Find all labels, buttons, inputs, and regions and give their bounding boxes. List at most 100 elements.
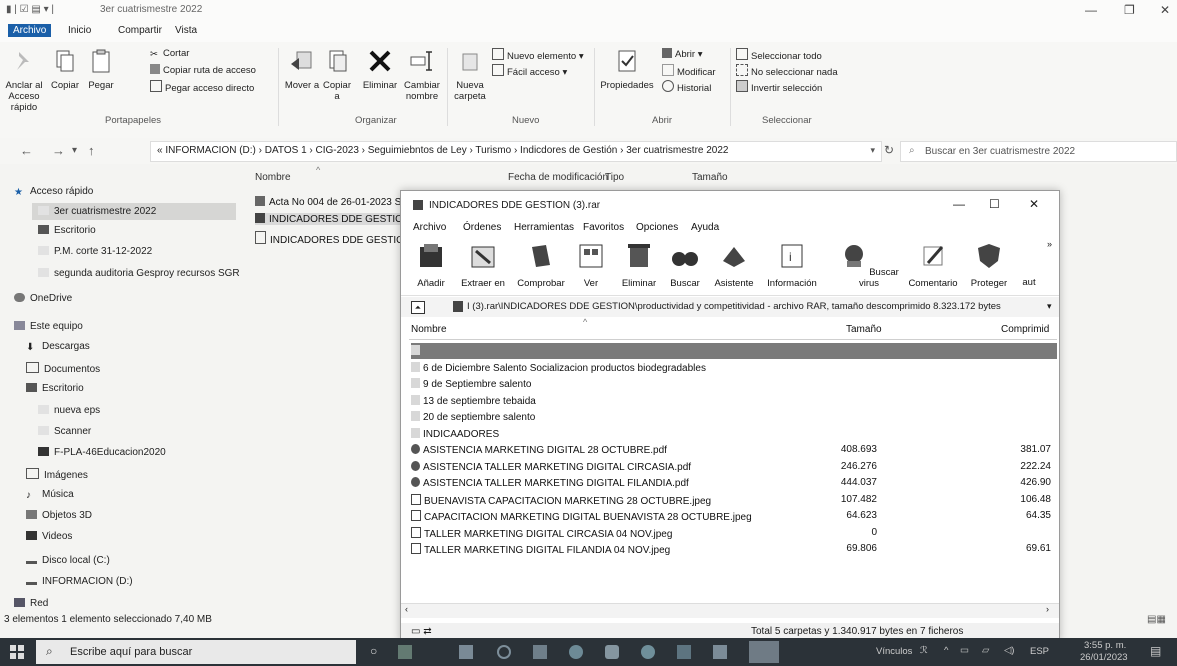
- list-item[interactable]: INDICADORES DDE GESTION: [255, 213, 411, 225]
- select-none-button[interactable]: No seleccionar nada: [736, 64, 838, 78]
- menu-ayuda[interactable]: Ayuda: [691, 222, 719, 233]
- paste-shortcut-button[interactable]: Pegar acceso directo: [150, 80, 254, 94]
- notifications-icon[interactable]: ▤: [1150, 644, 1161, 658]
- up-folder-icon[interactable]: ⏶: [411, 301, 425, 314]
- path-dropdown-icon[interactable]: ▾: [1047, 301, 1052, 312]
- details-view-icon[interactable]: ▤▦: [1147, 614, 1166, 625]
- language-indicator[interactable]: ESP: [1030, 646, 1049, 657]
- table-row[interactable]: 13 de septiembre tebaida: [411, 393, 1057, 409]
- camera-taskbar-icon[interactable]: [533, 645, 547, 659]
- close-icon[interactable]: ✕: [1160, 3, 1170, 17]
- chrome-taskbar-icon[interactable]: [569, 645, 583, 659]
- minimize-icon[interactable]: —: [953, 197, 965, 211]
- column-header-tipo[interactable]: Tipo: [605, 172, 624, 183]
- new-item-button[interactable]: Nuevo elemento ▾: [492, 48, 584, 62]
- table-row[interactable]: ASISTENCIA TALLER MARKETING DIGITAL FILA…: [411, 475, 1057, 491]
- easy-access-button[interactable]: Fácil acceso ▾: [492, 64, 567, 78]
- recent-chevron-icon[interactable]: ▾: [72, 145, 77, 156]
- tool-comentario-button[interactable]: Comentario: [903, 241, 963, 289]
- sidebar-item-pm-corte[interactable]: P.M. corte 31-12-2022: [38, 246, 152, 257]
- maximize-icon[interactable]: ❐: [1124, 3, 1135, 17]
- tool-eliminar-button[interactable]: Eliminar: [615, 241, 663, 289]
- sidebar-item-segunda-auditoria[interactable]: segunda auditoria Gesproy recursos SGR: [38, 268, 240, 279]
- table-row[interactable]: 20 de septiembre salento: [411, 409, 1057, 425]
- tool-extraer-button[interactable]: Extraer en: [453, 241, 513, 289]
- tool-aut-button[interactable]: aut: [1015, 277, 1043, 288]
- tool-asistente-button[interactable]: Asistente: [709, 241, 759, 289]
- table-row[interactable]: INDICAADORES: [411, 426, 1057, 442]
- sidebar-item-escritorio-2[interactable]: Escritorio: [26, 383, 84, 394]
- column-header-fecha[interactable]: Fecha de modificación: [508, 172, 608, 183]
- sidebar-item-escritorio[interactable]: Escritorio: [38, 225, 96, 236]
- nav-este-equipo[interactable]: Este equipo: [14, 321, 83, 332]
- copy-path-button[interactable]: Copiar ruta de acceso: [150, 64, 256, 76]
- table-row[interactable]: 9 de Septiembre salento: [411, 376, 1057, 392]
- maximize-icon[interactable]: ☐: [989, 197, 1000, 211]
- tray-overflow-icon[interactable]: ^: [944, 645, 948, 656]
- sidebar-item-imagenes[interactable]: Imágenes: [26, 468, 88, 481]
- new-folder-button[interactable]: Nueva carpeta: [452, 48, 488, 102]
- tool-informacion-button[interactable]: i Información: [761, 241, 823, 289]
- tab-archivo[interactable]: Archivo: [8, 24, 52, 37]
- sidebar-item-3er-cuatrismestre[interactable]: 3er cuatrismestre 2022: [38, 206, 156, 217]
- path-box[interactable]: « INFORMACION (D:) › DATOS 1 › CIG-2023 …: [150, 141, 882, 162]
- taskbar-search-input[interactable]: ⌕ Escribe aquí para buscar: [36, 640, 356, 664]
- table-row[interactable]: ..: [411, 343, 1057, 359]
- archive-path[interactable]: I (3).rar\INDICADORES DDE GESTION\produc…: [467, 301, 1041, 312]
- refresh-icon[interactable]: ↻: [884, 143, 894, 157]
- tool-ver-button[interactable]: Ver: [571, 241, 611, 289]
- windows-start-icon[interactable]: [10, 645, 24, 659]
- search-input[interactable]: ⌕ Buscar en 3er cuatrismestre 2022: [900, 141, 1177, 162]
- column-header-nombre[interactable]: Nombre: [411, 324, 447, 335]
- invert-selection-button[interactable]: Invertir selección: [736, 80, 822, 94]
- sidebar-item-nueva-eps[interactable]: nueva eps: [38, 405, 100, 416]
- browser-taskbar-icon[interactable]: [641, 645, 655, 659]
- delete-button[interactable]: Eliminar: [360, 48, 400, 91]
- copy-to-button[interactable]: Copiar a: [320, 48, 354, 102]
- horizontal-scrollbar[interactable]: ‹ ›: [401, 603, 1059, 618]
- sidebar-item-objetos-3d[interactable]: Objetos 3D: [26, 510, 92, 521]
- sidebar-item-documentos[interactable]: Documentos: [26, 362, 100, 375]
- select-all-button[interactable]: Seleccionar todo: [736, 48, 822, 62]
- winrar-taskbar-icon[interactable]: [749, 641, 779, 663]
- cortana-icon[interactable]: ○: [370, 644, 384, 658]
- menu-archivo[interactable]: Archivo: [413, 222, 446, 233]
- table-row[interactable]: CAPACITACION MARKETING DIGITAL BUENAVIST…: [411, 508, 1057, 524]
- minimize-icon[interactable]: —: [1085, 3, 1097, 17]
- table-row[interactable]: ASISTENCIA MARKETING DIGITAL 28 OCTUBRE.…: [411, 442, 1057, 458]
- scroll-left-icon[interactable]: ‹: [405, 604, 408, 614]
- path-dropdown-icon[interactable]: ▾: [870, 145, 875, 156]
- history-button[interactable]: Historial: [662, 80, 711, 94]
- nav-red[interactable]: Red: [14, 598, 48, 609]
- tab-vista[interactable]: Vista: [175, 25, 197, 36]
- properties-button[interactable]: Propiedades: [598, 48, 656, 91]
- table-row[interactable]: ASISTENCIA TALLER MARKETING DIGITAL CIRC…: [411, 459, 1057, 475]
- forward-arrow-icon[interactable]: →: [52, 143, 65, 158]
- app-taskbar-icon[interactable]: [497, 645, 511, 659]
- tool-buscar-virus-button[interactable]: Buscar virus: [839, 241, 899, 289]
- table-row[interactable]: TALLER MARKETING DIGITAL CIRCASIA 04 NOV…: [411, 525, 1057, 541]
- copy-button[interactable]: Copiar: [48, 48, 82, 91]
- edit-button[interactable]: Modificar: [662, 64, 716, 78]
- close-icon[interactable]: ✕: [1029, 197, 1039, 211]
- quick-access-toolbar[interactable]: ▮ | ☑ ▤ ▾ |: [6, 4, 54, 15]
- tool-proteger-button[interactable]: Proteger: [965, 241, 1013, 289]
- up-arrow-icon[interactable]: ↑: [88, 143, 95, 158]
- menu-herramientas[interactable]: Herramientas: [514, 222, 574, 233]
- back-arrow-icon[interactable]: ←: [20, 143, 33, 158]
- list-item[interactable]: Acta No 004 de 26-01-2023 Se: [255, 196, 407, 208]
- sidebar-item-scanner[interactable]: Scanner: [38, 426, 91, 437]
- clock-date[interactable]: 26/01/2023: [1080, 652, 1128, 663]
- column-header-nombre[interactable]: Nombre: [255, 172, 291, 183]
- table-row[interactable]: TALLER MARKETING DIGITAL FILANDIA 04 NOV…: [411, 541, 1057, 557]
- file-explorer-taskbar-icon[interactable]: [459, 645, 473, 659]
- paste-button[interactable]: Pegar: [84, 48, 118, 91]
- breadcrumb[interactable]: « INFORMACION (D:) › DATOS 1 › CIG-2023 …: [157, 145, 729, 156]
- column-header-comprimido[interactable]: Comprimid: [1001, 324, 1049, 335]
- menu-opciones[interactable]: Opciones: [636, 222, 678, 233]
- clock-time[interactable]: 3:55 p. m.: [1084, 640, 1126, 651]
- tool-anadir-button[interactable]: Añadir: [411, 241, 451, 289]
- column-header-tamano[interactable]: Tamaño: [692, 172, 728, 183]
- sidebar-item-informacion-d[interactable]: INFORMACION (D:): [26, 573, 133, 587]
- nav-quick-access[interactable]: ★ Acceso rápido: [14, 186, 93, 198]
